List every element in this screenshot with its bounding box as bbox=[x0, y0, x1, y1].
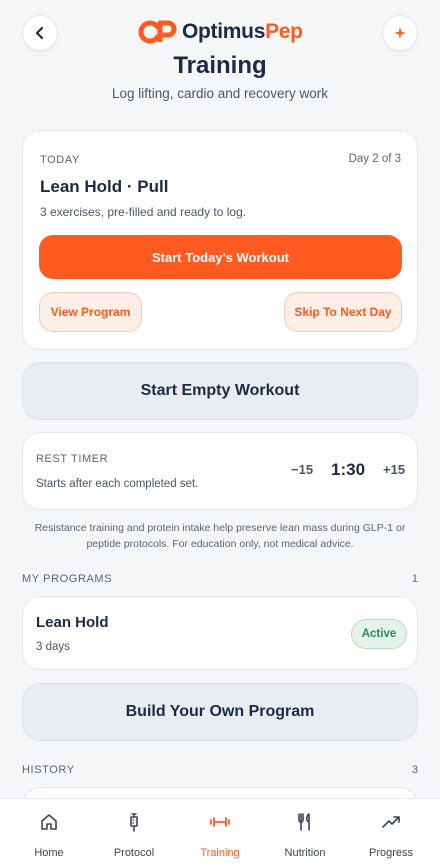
timer-decrease-button[interactable]: −15 bbox=[291, 462, 313, 477]
tab-protocol-label: Protocol bbox=[113, 847, 155, 859]
history-count: 3 bbox=[411, 764, 418, 776]
history-label: HISTORY bbox=[22, 764, 75, 776]
page-title: Training bbox=[173, 52, 267, 79]
today-workout-card: TODAY Day 2 of 3 Lean Hold · Pull 3 exer… bbox=[22, 130, 418, 350]
logo-text-pep: Pep bbox=[265, 20, 303, 43]
tab-home-label: Home bbox=[34, 847, 64, 859]
start-empty-workout-button[interactable]: Start Empty Workout bbox=[22, 362, 418, 420]
syringe-icon bbox=[130, 813, 138, 832]
program-days: 3 days bbox=[36, 641, 70, 653]
status-badge: Active bbox=[351, 619, 407, 649]
bottom-tab-bar: Home Protocol Training Nutrition Progres… bbox=[0, 798, 440, 868]
page-subtitle: Log lifting, cardio and recovery work bbox=[111, 86, 329, 101]
tab-training[interactable]: Training bbox=[180, 799, 260, 868]
utensils-icon bbox=[298, 813, 310, 831]
chevron-left-icon bbox=[35, 26, 44, 40]
program-card[interactable]: Lean Hold 3 days Active bbox=[22, 596, 418, 670]
program-name: Lean Hold bbox=[36, 614, 109, 631]
workout-description: 3 exercises, pre-filled and ready to log… bbox=[40, 205, 247, 219]
timer-value: 1:30 bbox=[331, 460, 366, 479]
tab-progress[interactable]: Progress bbox=[351, 799, 431, 868]
dumbbell-icon bbox=[210, 817, 230, 827]
rest-timer-label: REST TIMER bbox=[36, 453, 109, 465]
day-count: Day 2 of 3 bbox=[348, 153, 401, 165]
logo-text-optimus: Optimus bbox=[182, 20, 266, 43]
rest-timer-description: Starts after each completed set. bbox=[36, 478, 199, 490]
trend-up-icon bbox=[382, 816, 400, 828]
header: OptimusPep Training Log lifting, cardio … bbox=[0, 0, 440, 120]
sparkle-icon bbox=[394, 27, 406, 39]
start-todays-workout-button[interactable]: Start Today's Workout bbox=[39, 235, 402, 279]
tab-home[interactable]: Home bbox=[9, 799, 89, 868]
logo: OptimusPep bbox=[138, 18, 303, 46]
workout-name: Lean Hold · Pull bbox=[40, 177, 169, 196]
home-icon bbox=[41, 814, 57, 830]
view-program-button[interactable]: View Program bbox=[39, 292, 142, 332]
ai-assistant-button[interactable] bbox=[382, 15, 418, 51]
tab-nutrition[interactable]: Nutrition bbox=[265, 799, 345, 868]
build-own-program-button[interactable]: Build Your Own Program bbox=[22, 683, 418, 741]
my-programs-count: 1 bbox=[411, 573, 418, 585]
tab-protocol[interactable]: Protocol bbox=[94, 799, 174, 868]
timer-increase-button[interactable]: +15 bbox=[383, 462, 405, 477]
rest-timer-card: REST TIMER Starts after each completed s… bbox=[22, 432, 418, 510]
optimuspep-logo-icon bbox=[138, 20, 177, 44]
back-button[interactable] bbox=[22, 15, 58, 51]
tab-nutrition-label: Nutrition bbox=[284, 847, 326, 859]
my-programs-label: MY PROGRAMS bbox=[22, 573, 113, 585]
tab-training-label: Training bbox=[200, 847, 240, 859]
tab-progress-label: Progress bbox=[368, 847, 414, 859]
skip-to-next-day-button[interactable]: Skip To Next Day bbox=[284, 292, 402, 332]
today-label: TODAY bbox=[40, 154, 80, 166]
medical-disclaimer: Resistance training and protein intake h… bbox=[34, 522, 406, 550]
